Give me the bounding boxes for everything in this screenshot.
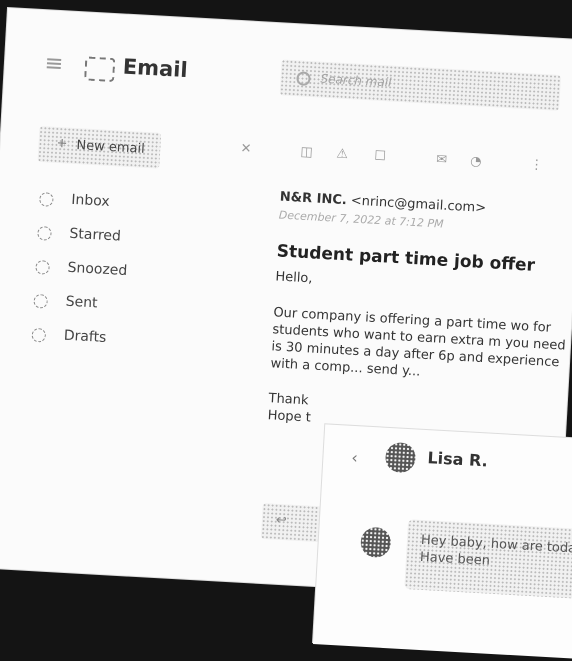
sender-name: N&R INC. bbox=[279, 189, 348, 209]
hamburger-menu-icon[interactable] bbox=[46, 58, 62, 70]
chat-header: ‹ Lisa R. bbox=[322, 424, 572, 501]
chat-panel: ‹ Lisa R. Hey baby, how are today? Have … bbox=[312, 424, 572, 661]
avatar bbox=[384, 441, 417, 474]
more-icon[interactable]: ⋮ bbox=[530, 157, 544, 173]
search-input[interactable]: Search mail bbox=[279, 59, 562, 111]
app-title: Email bbox=[122, 54, 189, 83]
archive-icon[interactable]: ◫ bbox=[300, 145, 313, 161]
reply-icon: ↩ bbox=[275, 512, 288, 529]
star-icon bbox=[37, 226, 52, 241]
snooze-icon[interactable]: ◔ bbox=[470, 154, 482, 170]
plus-icon: + bbox=[56, 135, 68, 152]
sidebar-item-snoozed[interactable]: Snoozed bbox=[34, 256, 128, 290]
sidebar-item-label: Inbox bbox=[70, 191, 111, 210]
app-header: Email Search mail bbox=[3, 8, 572, 136]
search-icon bbox=[296, 71, 311, 86]
sidebar-item-starred[interactable]: Starred bbox=[36, 222, 121, 256]
sidebar-item-label: Sent bbox=[65, 293, 98, 312]
send-icon bbox=[33, 293, 49, 309]
report-icon[interactable]: ⚠ bbox=[336, 147, 348, 163]
message-avatar bbox=[359, 526, 392, 559]
message-body: Our company is offering a part time wo f… bbox=[270, 305, 566, 380]
message-view: N&R INC. <nrinc@gmail.com> December 7, 2… bbox=[267, 189, 572, 440]
new-email-button[interactable]: + New email bbox=[37, 125, 162, 169]
delete-icon[interactable]: ☐ bbox=[374, 149, 386, 165]
chat-message-bubble: Hey baby, how are today? Have been bbox=[404, 519, 572, 602]
sidebar-item-inbox[interactable]: Inbox bbox=[38, 188, 110, 222]
new-email-label: New email bbox=[76, 138, 146, 157]
search-placeholder: Search mail bbox=[320, 71, 392, 90]
mail-logo-icon bbox=[84, 56, 116, 83]
chat-back-icon[interactable]: ‹ bbox=[351, 448, 358, 467]
clock-icon bbox=[35, 259, 50, 275]
chat-contact-name: Lisa R. bbox=[427, 448, 489, 471]
mark-unread-icon[interactable]: ✉ bbox=[436, 152, 448, 168]
sidebar-item-drafts[interactable]: Drafts bbox=[31, 324, 107, 358]
sidebar-nav: Inbox Starred Snoozed Sent Drafts bbox=[31, 188, 128, 358]
message-toolbar: ✕ ◫ ⚠ ☐ ✉ ◔ ⋮ bbox=[240, 139, 571, 181]
back-icon[interactable]: ✕ bbox=[240, 141, 252, 157]
sidebar-item-label: Starred bbox=[69, 225, 122, 245]
inbox-icon bbox=[38, 192, 54, 207]
email-app-window: Email Search mail + New email Inbox Star… bbox=[0, 8, 572, 661]
sidebar-item-sent[interactable]: Sent bbox=[32, 290, 98, 324]
draft-icon bbox=[31, 327, 47, 343]
reply-button[interactable]: ↩ bbox=[260, 502, 323, 543]
chat-message-text: Hey baby, how are today? Have been bbox=[419, 532, 572, 569]
sidebar-item-label: Drafts bbox=[63, 327, 107, 346]
sidebar-item-label: Snoozed bbox=[67, 259, 128, 280]
